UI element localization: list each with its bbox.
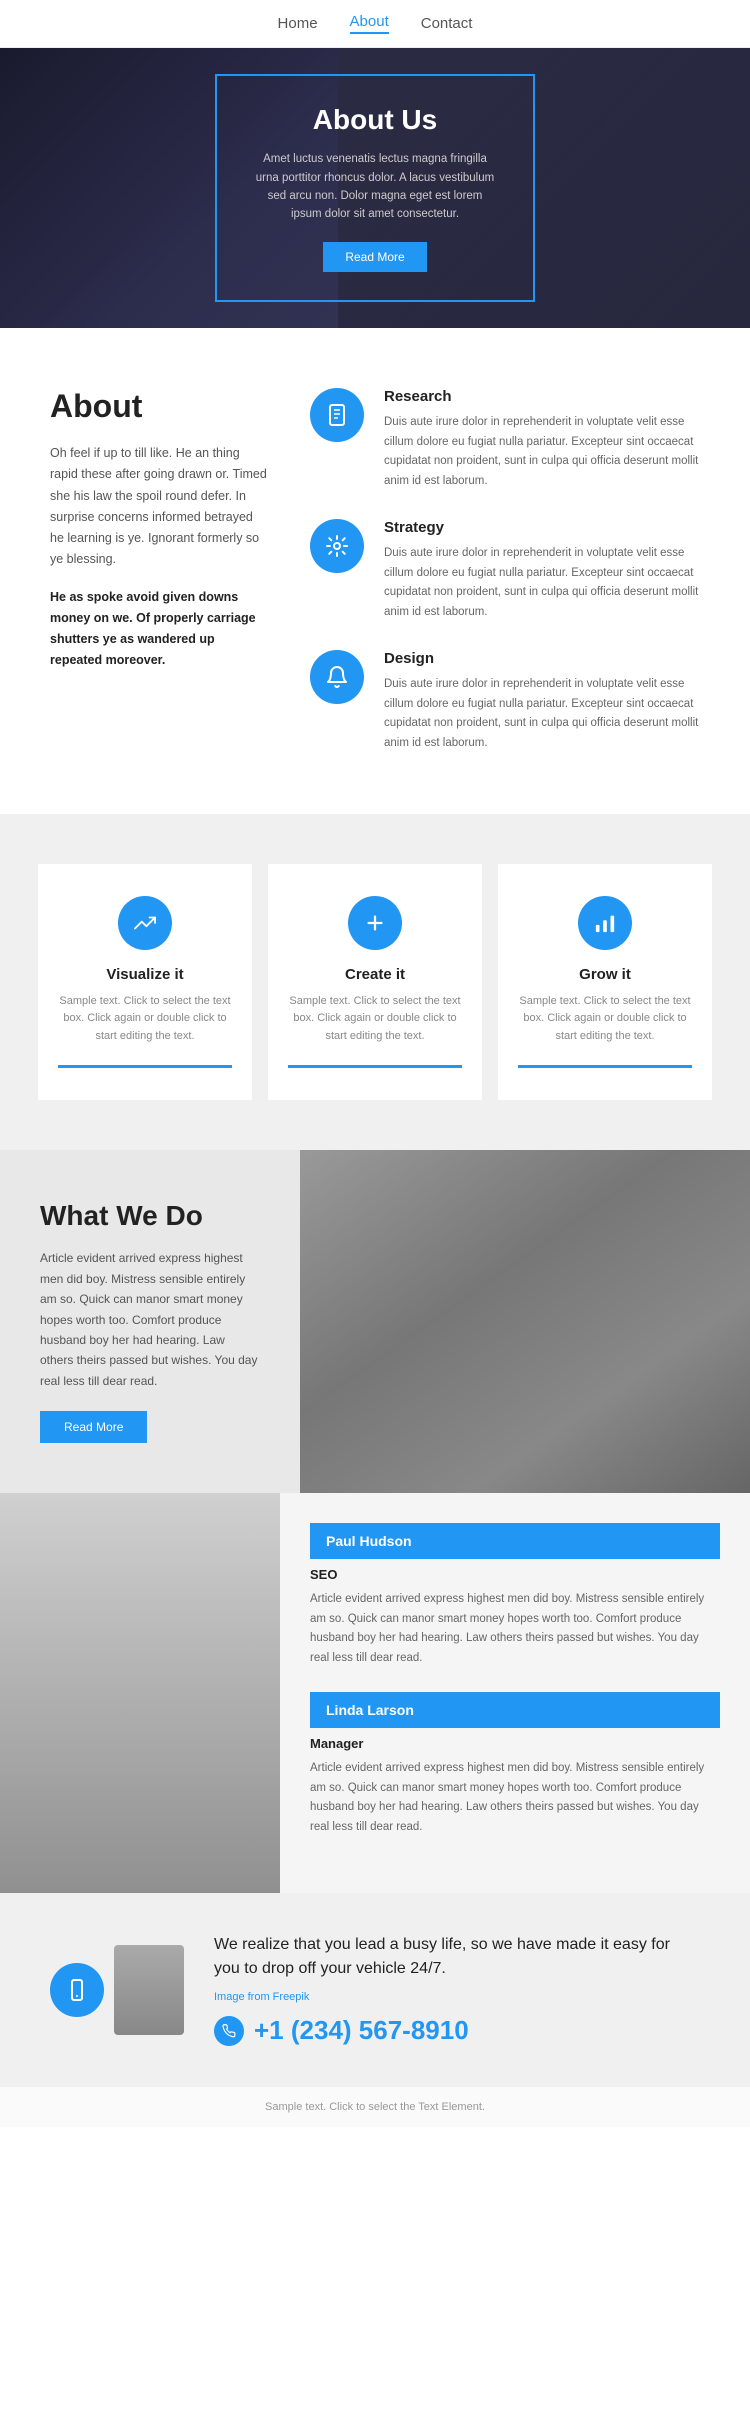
what-we-do-body: Article evident arrived express highest …: [40, 1248, 260, 1391]
feature-strategy: Strategy Duis aute irure dolor in repreh…: [310, 519, 700, 622]
hero-title: About Us: [253, 104, 497, 136]
linda-desc: Article evident arrived express highest …: [310, 1759, 720, 1837]
hero-body: Amet luctus venenatis lectus magna fring…: [253, 150, 497, 224]
card-create: Create it Sample text. Click to select t…: [268, 864, 482, 1101]
cta-image-credit[interactable]: Image from Freepik: [214, 1991, 700, 2003]
cta-phone-number: +1 (234) 567-8910: [254, 2015, 469, 2046]
team-section: Paul Hudson SEO Article evident arrived …: [0, 1493, 750, 1893]
what-we-do-heading: What We Do: [40, 1200, 260, 1232]
about-features-column: Research Duis aute irure dolor in repreh…: [310, 388, 700, 754]
cta-phone-row: +1 (234) 567-8910: [214, 2015, 700, 2046]
card-grow: Grow it Sample text. Click to select the…: [498, 864, 712, 1101]
card-grow-body: Sample text. Click to select the text bo…: [518, 993, 692, 1046]
cta-phone-icon: [214, 2016, 244, 2046]
what-we-do-section: What We Do Article evident arrived expre…: [0, 1150, 750, 1493]
what-we-do-content: What We Do Article evident arrived expre…: [0, 1150, 300, 1493]
about-left-column: About Oh feel if up to till like. He an …: [50, 388, 270, 754]
strategy-icon: [310, 519, 364, 573]
what-we-do-image: [300, 1150, 750, 1493]
about-paragraph-1: Oh feel if up to till like. He an thing …: [50, 443, 270, 571]
research-body: Duis aute irure dolor in reprehenderit i…: [384, 413, 700, 491]
cta-icons-group: [50, 1945, 184, 2035]
cta-person-image: [114, 1945, 184, 2035]
research-icon: [310, 388, 364, 442]
linda-role: Manager: [310, 1736, 720, 1751]
strategy-text: Strategy Duis aute irure dolor in repreh…: [384, 519, 700, 622]
card-visualize-title: Visualize it: [58, 966, 232, 983]
strategy-body: Duis aute irure dolor in reprehenderit i…: [384, 544, 700, 622]
linda-name-bar: Linda Larson: [310, 1692, 720, 1728]
feature-research: Research Duis aute irure dolor in repreh…: [310, 388, 700, 491]
team-member-linda: Linda Larson Manager Article evident arr…: [310, 1692, 720, 1837]
cta-mobile-icon: [50, 1963, 104, 2017]
strategy-title: Strategy: [384, 519, 700, 536]
footer-note-text: Sample text. Click to select the Text El…: [265, 2101, 485, 2113]
design-body: Duis aute irure dolor in reprehenderit i…: [384, 675, 700, 753]
paul-name-bar: Paul Hudson: [310, 1523, 720, 1559]
nav-home[interactable]: Home: [278, 15, 318, 32]
card-visualize: Visualize it Sample text. Click to selec…: [38, 864, 252, 1101]
cta-section: We realize that you lead a busy life, so…: [0, 1893, 750, 2086]
nav-contact[interactable]: Contact: [421, 15, 473, 32]
about-heading: About: [50, 388, 270, 425]
about-section: About Oh feel if up to till like. He an …: [0, 328, 750, 814]
hero-read-more-button[interactable]: Read More: [323, 242, 426, 272]
team-member-paul: Paul Hudson SEO Article evident arrived …: [310, 1523, 720, 1668]
team-members-list: Paul Hudson SEO Article evident arrived …: [280, 1493, 750, 1893]
hero-section: About Us Amet luctus venenatis lectus ma…: [0, 48, 750, 328]
what-we-do-read-more-button[interactable]: Read More: [40, 1411, 147, 1443]
cta-content: We realize that you lead a busy life, so…: [214, 1933, 700, 2046]
card-create-body: Sample text. Click to select the text bo…: [288, 993, 462, 1046]
research-text: Research Duis aute irure dolor in repreh…: [384, 388, 700, 491]
visualize-icon: [118, 896, 172, 950]
about-paragraph-2: He as spoke avoid given downs money on w…: [50, 587, 270, 672]
paul-role: SEO: [310, 1567, 720, 1582]
research-title: Research: [384, 388, 700, 405]
card-create-title: Create it: [288, 966, 462, 983]
design-icon: [310, 650, 364, 704]
card-visualize-underline: [58, 1065, 232, 1068]
footer-note: Sample text. Click to select the Text El…: [0, 2086, 750, 2127]
hero-content-box: About Us Amet luctus venenatis lectus ma…: [215, 74, 535, 302]
card-visualize-body: Sample text. Click to select the text bo…: [58, 993, 232, 1046]
cards-section: Visualize it Sample text. Click to selec…: [0, 814, 750, 1151]
card-grow-title: Grow it: [518, 966, 692, 983]
nav-about[interactable]: About: [350, 13, 389, 34]
card-grow-underline: [518, 1065, 692, 1068]
paul-desc: Article evident arrived express highest …: [310, 1590, 720, 1668]
create-icon: [348, 896, 402, 950]
navigation: Home About Contact: [0, 0, 750, 48]
feature-design: Design Duis aute irure dolor in reprehen…: [310, 650, 700, 753]
card-create-underline: [288, 1065, 462, 1068]
team-person-image: [0, 1493, 280, 1893]
design-title: Design: [384, 650, 700, 667]
cta-description: We realize that you lead a busy life, so…: [214, 1933, 700, 1981]
design-text: Design Duis aute irure dolor in reprehen…: [384, 650, 700, 753]
grow-icon: [578, 896, 632, 950]
